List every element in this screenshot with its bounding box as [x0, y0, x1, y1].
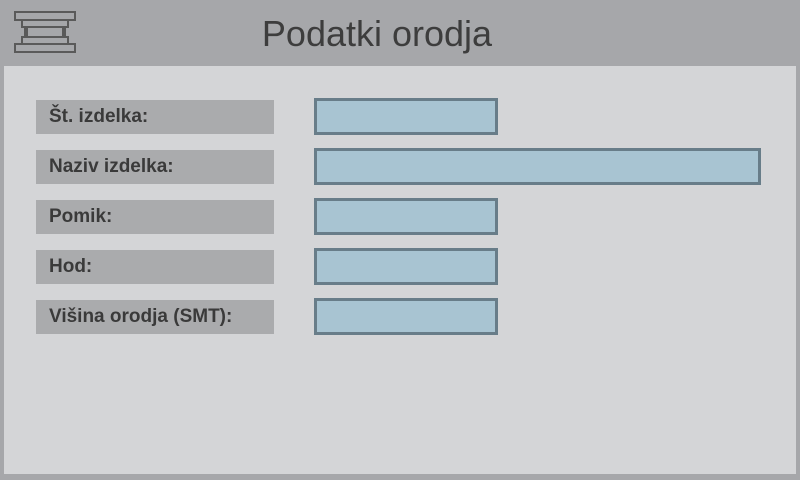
tool-height-label: Višina orodja (SMT): — [36, 300, 274, 334]
feed-field[interactable] — [314, 198, 498, 235]
product-name-field[interactable] — [314, 148, 761, 185]
header-bar: Podatki orodja — [0, 0, 800, 64]
product-number-field[interactable] — [314, 98, 498, 135]
main-panel: Št. izdelka: Naziv izdelka: Pomik: Hod: … — [4, 66, 796, 474]
product-name-label: Naziv izdelka: — [36, 150, 274, 184]
tool-height-field[interactable] — [314, 298, 498, 335]
page-title: Podatki orodja — [261, 13, 493, 54]
feed-label: Pomik: — [36, 200, 274, 234]
stroke-field[interactable] — [314, 248, 498, 285]
stroke-label: Hod: — [36, 250, 274, 284]
product-number-label: Št. izdelka: — [36, 100, 274, 134]
